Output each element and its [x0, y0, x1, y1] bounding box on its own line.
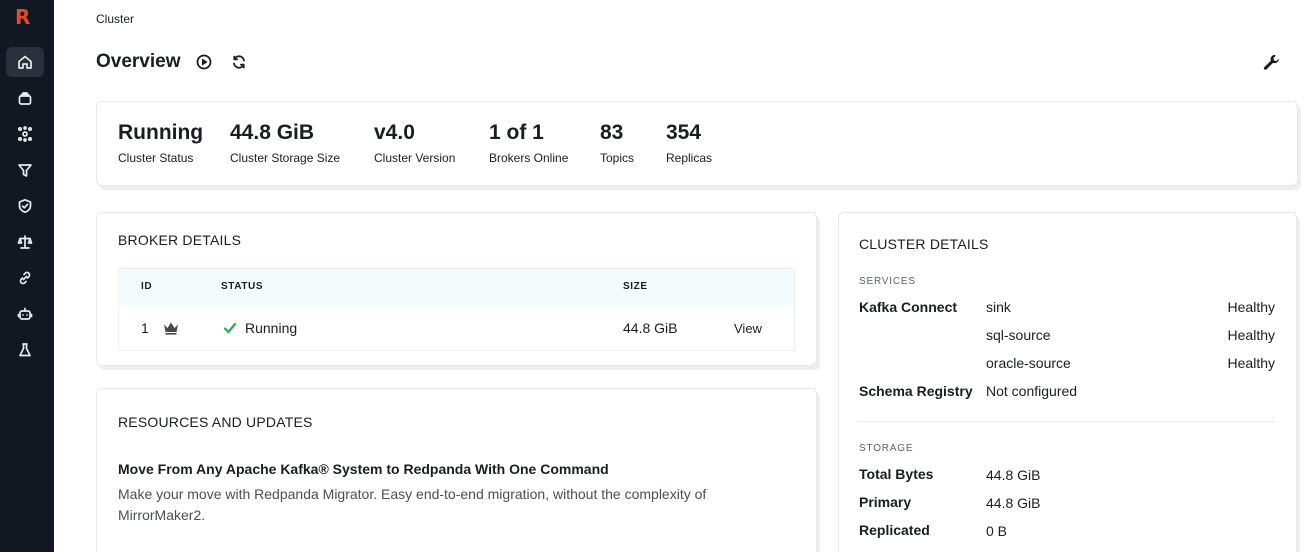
resource-description: Make your move with Redpanda Migrator. E… [118, 486, 707, 523]
kafka-connect-label: Kafka Connect [859, 299, 958, 315]
schema-registry-label: Schema Registry [859, 383, 973, 399]
filter-icon[interactable] [6, 155, 44, 185]
stat-replicas: 354 Replicas [666, 121, 713, 165]
broker-details-title: BROKER DETAILS [118, 232, 242, 248]
total-bytes-label: Total Bytes [859, 466, 934, 482]
home-icon[interactable] [6, 47, 44, 77]
primary-label: Primary [859, 494, 912, 510]
page-title: Overview [96, 51, 181, 72]
connector-name[interactable]: sql-source [986, 327, 1051, 343]
lab-icon[interactable] [6, 335, 44, 365]
cluster-details-title: CLUSTER DETAILS [859, 236, 989, 252]
broker-table: ID STATUS SIZE 1 Running 44.8 GiB View [118, 268, 795, 351]
redpanda-logo[interactable]: R [15, 5, 35, 29]
security-icon[interactable] [6, 191, 44, 221]
broker-status: Running [245, 320, 298, 336]
column-header-id[interactable]: ID [141, 281, 152, 292]
connector-name[interactable]: oracle-source [986, 355, 1071, 371]
stat-cluster-status: Running Cluster Status [118, 121, 204, 165]
connector-status: Healthy [1227, 299, 1275, 315]
breadcrumb[interactable]: Cluster [96, 12, 134, 26]
stat-brokers-online: 1 of 1 Brokers Online [489, 121, 569, 165]
total-bytes-value: 44.8 GiB [986, 467, 1041, 483]
wrench-icon[interactable] [1262, 53, 1282, 73]
column-header-size[interactable]: SIZE [623, 281, 648, 292]
column-header-status[interactable]: STATUS [221, 281, 263, 292]
stat-topics: 83 Topics [600, 121, 635, 165]
divider [859, 421, 1276, 422]
connector-name[interactable]: sink [986, 299, 1011, 315]
agent-icon[interactable] [6, 299, 44, 329]
crown-icon [163, 321, 179, 338]
stat-storage-size: 44.8 GiB Cluster Storage Size [230, 121, 341, 165]
broker-id: 1 [141, 320, 149, 336]
topics-icon[interactable] [6, 83, 44, 113]
schema-registry-value: Not configured [986, 383, 1078, 399]
broker-size: 44.8 GiB [623, 320, 678, 336]
play-icon[interactable] [195, 53, 213, 71]
resources-title: RESOURCES AND UPDATES [118, 414, 313, 430]
view-broker-button[interactable]: View [734, 321, 762, 336]
connector-status: Healthy [1227, 327, 1275, 343]
primary-value: 44.8 GiB [986, 495, 1041, 511]
link-icon[interactable] [6, 263, 44, 293]
replicated-value: 0 B [986, 523, 1008, 539]
connector-status: Healthy [1227, 355, 1275, 371]
refresh-icon[interactable] [230, 53, 248, 71]
sidebar: R [0, 0, 54, 552]
replicated-label: Replicated [859, 522, 930, 538]
connect-icon[interactable] [6, 119, 44, 149]
resource-heading-link[interactable]: Move From Any Apache Kafka® System to Re… [118, 461, 609, 477]
check-icon [223, 321, 237, 338]
storage-label: STORAGE [859, 443, 914, 454]
quotas-icon[interactable] [6, 227, 44, 257]
services-label: SERVICES [859, 276, 916, 287]
stat-cluster-version: v4.0 Cluster Version [374, 121, 456, 165]
